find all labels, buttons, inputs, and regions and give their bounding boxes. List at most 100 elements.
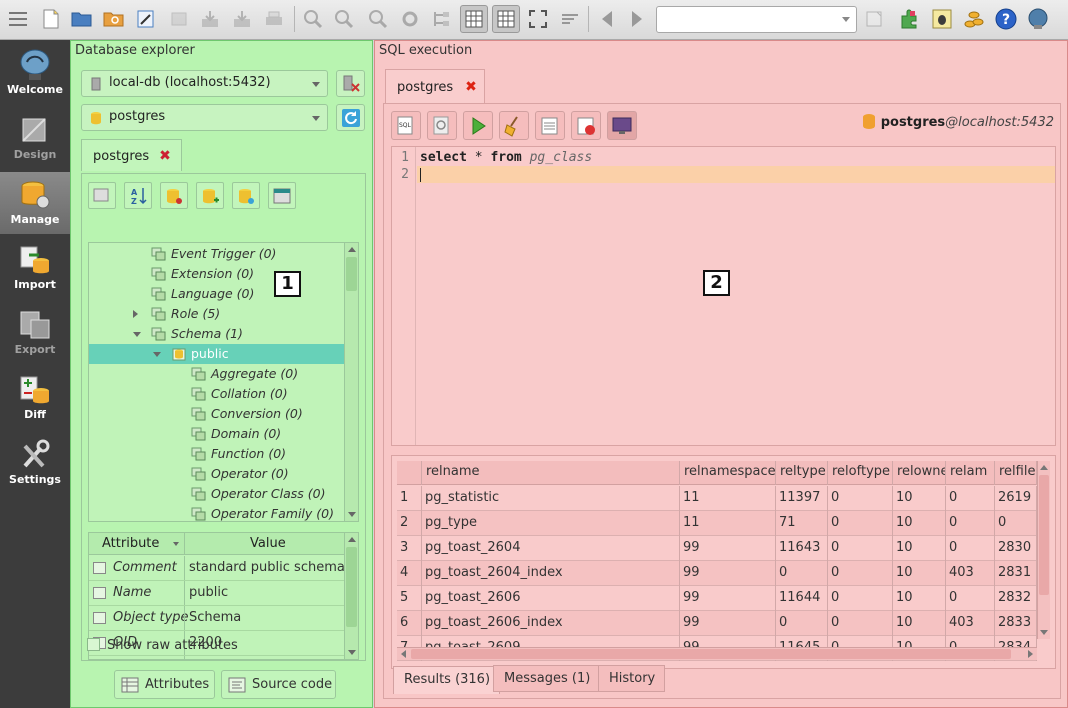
nav-diff[interactable]: Diff [0, 367, 70, 429]
plugin-icon[interactable] [896, 5, 924, 33]
menu-icon[interactable] [4, 5, 32, 33]
table-cell[interactable]: 0 [946, 486, 995, 511]
database-select[interactable]: postgres [81, 104, 328, 131]
tree-item[interactable]: Aggregate (0) [89, 364, 346, 384]
nav-design[interactable]: Design [0, 107, 70, 169]
table-cell[interactable]: 2619 [995, 486, 1037, 511]
sql-history-button[interactable] [535, 111, 565, 140]
column-header[interactable]: reltype [776, 461, 828, 485]
attribute-row[interactable]: Ownerpostgres [89, 656, 346, 659]
new-file-icon[interactable] [37, 5, 65, 33]
table-cell[interactable]: 0 [828, 611, 893, 636]
results-horizontal-scrollbar[interactable] [397, 647, 1037, 660]
save-icon[interactable] [196, 5, 224, 33]
globe-icon[interactable] [1024, 5, 1052, 33]
load-sql-button[interactable]: SQL [391, 111, 421, 140]
tool-icon[interactable] [165, 5, 193, 33]
export-results-button[interactable] [571, 111, 601, 140]
table-cell[interactable]: 2831 [995, 561, 1037, 586]
table-cell[interactable]: pg_statistic [422, 486, 680, 511]
table-cell[interactable]: 0 [828, 561, 893, 586]
table-cell[interactable]: 71 [776, 511, 828, 536]
db-refresh-button[interactable] [232, 182, 260, 209]
toggle-output-button[interactable] [607, 111, 637, 140]
table-row[interactable]: 6 pg_toast_2606_index 99 0 0 10 403 2833 [397, 611, 1037, 636]
table-cell[interactable]: 99 [680, 586, 776, 611]
table-cell[interactable]: 11397 [776, 486, 828, 511]
show-raw-checkbox[interactable] [87, 638, 100, 651]
table-cell[interactable]: 2833 [995, 611, 1037, 636]
scroll-down-icon[interactable] [348, 650, 356, 655]
db-add-button[interactable] [196, 182, 224, 209]
table-cell[interactable]: 10 [893, 536, 946, 561]
column-header[interactable]: relname [422, 461, 680, 485]
scroll-up-icon[interactable] [348, 247, 356, 252]
open-file-search-icon[interactable] [100, 5, 128, 33]
coins-icon[interactable] [960, 5, 988, 33]
close-icon[interactable]: ✖ [159, 148, 171, 164]
attribute-row[interactable]: Name public [89, 581, 346, 606]
table-cell[interactable]: 2830 [995, 536, 1037, 561]
tree-item[interactable]: Language (0) [89, 284, 346, 304]
source-code-button[interactable]: Source code [221, 670, 336, 699]
table-button[interactable] [268, 182, 296, 209]
tree-item[interactable]: Operator Family (0) [89, 504, 346, 521]
attributes-scrollbar[interactable] [344, 533, 358, 659]
tree-item[interactable]: Extension (0) [89, 264, 346, 284]
table-cell[interactable]: 10 [893, 561, 946, 586]
tree-item[interactable]: Function (0) [89, 444, 346, 464]
table-cell[interactable]: 0 [828, 486, 893, 511]
table-cell[interactable]: 2832 [995, 586, 1037, 611]
table-cell[interactable]: 11 [680, 486, 776, 511]
attribute-column-header[interactable]: Attribute [102, 536, 159, 551]
tree-scrollbar[interactable] [344, 243, 358, 521]
refresh-button[interactable] [336, 104, 365, 131]
table-cell[interactable]: 403 [946, 611, 995, 636]
attribute-row[interactable]: Comment standard public schema [89, 556, 346, 581]
table-cell[interactable]: 11 [680, 511, 776, 536]
bug-icon[interactable] [928, 5, 956, 33]
layout-icon[interactable] [556, 5, 584, 33]
table-cell[interactable]: pg_toast_2604 [422, 536, 680, 561]
edit-icon[interactable] [132, 5, 160, 33]
open-folder-icon[interactable] [68, 5, 96, 33]
tab-postgres[interactable]: postgres ✖ [81, 139, 182, 171]
tree-item[interactable]: Schema (1) [89, 324, 346, 344]
tree-item[interactable]: public [89, 344, 346, 364]
column-header[interactable]: relfile [995, 461, 1037, 485]
search-sql-button[interactable] [427, 111, 457, 140]
grid-icon[interactable] [460, 5, 488, 33]
column-header[interactable]: relnamespace [680, 461, 776, 485]
table-cell[interactable]: 403 [946, 561, 995, 586]
table-cell[interactable]: 0 [828, 511, 893, 536]
sql-editor[interactable]: 1 2 select * from pg_class [391, 146, 1056, 446]
tab-history[interactable]: History [598, 665, 666, 692]
fullscreen-icon[interactable] [524, 5, 552, 33]
table-cell[interactable]: 0 [946, 536, 995, 561]
tree-item[interactable]: Event Trigger (0) [89, 244, 346, 264]
column-header[interactable]: relam [946, 461, 995, 485]
table-cell[interactable]: pg_toast_2606 [422, 586, 680, 611]
nav-welcome[interactable]: Welcome [0, 42, 70, 104]
tree-item[interactable]: Role (5) [89, 304, 346, 324]
hierarchy-icon[interactable] [428, 5, 456, 33]
scroll-up-icon[interactable] [348, 537, 356, 542]
table-cell[interactable]: pg_type [422, 511, 680, 536]
value-column-header[interactable]: Value [250, 536, 286, 551]
tree-item[interactable]: Operator Class (0) [89, 484, 346, 504]
connection-select[interactable]: local-db (localhost:5432) [81, 70, 328, 97]
table-cell[interactable]: 11644 [776, 586, 828, 611]
table-cell[interactable]: 0 [995, 511, 1037, 536]
disconnect-button[interactable] [336, 70, 365, 97]
table-cell[interactable]: 0 [828, 586, 893, 611]
table-cell[interactable]: 0 [776, 561, 828, 586]
scroll-down-icon[interactable] [348, 512, 356, 517]
table-row[interactable]: 4 pg_toast_2604_index 99 0 0 10 403 2831 [397, 561, 1037, 586]
chevron-right-icon[interactable] [133, 310, 138, 318]
table-cell[interactable]: 0 [946, 586, 995, 611]
attribute-row[interactable]: Object type Schema [89, 606, 346, 631]
nav-manage[interactable]: Manage [0, 172, 70, 234]
chevron-down-icon[interactable] [133, 332, 141, 337]
grid-alt-icon[interactable] [492, 5, 520, 33]
table-cell[interactable]: pg_toast_2604_index [422, 561, 680, 586]
